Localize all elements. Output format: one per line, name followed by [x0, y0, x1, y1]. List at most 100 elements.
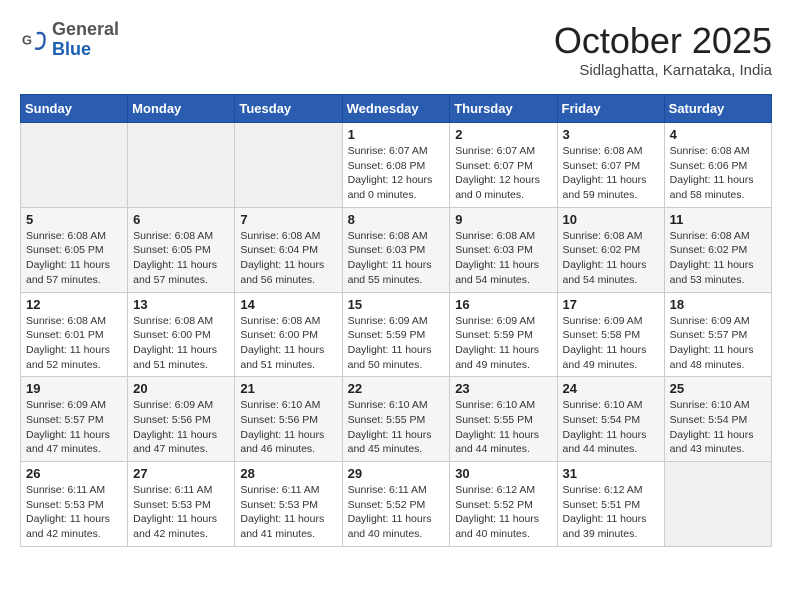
day-number: 30 — [455, 466, 551, 481]
calendar-cell: 12 Sunrise: 6:08 AMSunset: 6:01 PMDaylig… — [21, 292, 128, 377]
calendar-cell: 1 Sunrise: 6:07 AMSunset: 6:08 PMDayligh… — [342, 123, 450, 208]
day-info: Sunrise: 6:10 AMSunset: 5:54 PMDaylight:… — [670, 398, 766, 457]
day-number: 11 — [670, 212, 766, 227]
day-info: Sunrise: 6:09 AMSunset: 5:56 PMDaylight:… — [133, 398, 229, 457]
day-number: 1 — [348, 127, 445, 142]
day-number: 9 — [455, 212, 551, 227]
day-number: 18 — [670, 297, 766, 312]
weekday-header: Wednesday — [342, 95, 450, 123]
day-info: Sunrise: 6:08 AMSunset: 6:04 PMDaylight:… — [240, 229, 336, 288]
day-info: Sunrise: 6:08 AMSunset: 6:00 PMDaylight:… — [240, 314, 336, 373]
calendar-cell: 21 Sunrise: 6:10 AMSunset: 5:56 PMDaylig… — [235, 377, 342, 462]
calendar-cell: 31 Sunrise: 6:12 AMSunset: 5:51 PMDaylig… — [557, 462, 664, 547]
day-number: 17 — [563, 297, 659, 312]
weekday-header: Friday — [557, 95, 664, 123]
calendar-cell: 25 Sunrise: 6:10 AMSunset: 5:54 PMDaylig… — [664, 377, 771, 462]
day-info: Sunrise: 6:09 AMSunset: 5:59 PMDaylight:… — [455, 314, 551, 373]
calendar-cell: 30 Sunrise: 6:12 AMSunset: 5:52 PMDaylig… — [450, 462, 557, 547]
day-info: Sunrise: 6:08 AMSunset: 6:05 PMDaylight:… — [26, 229, 122, 288]
calendar-cell — [128, 123, 235, 208]
calendar-cell: 4 Sunrise: 6:08 AMSunset: 6:06 PMDayligh… — [664, 123, 771, 208]
day-info: Sunrise: 6:11 AMSunset: 5:53 PMDaylight:… — [26, 483, 122, 542]
day-number: 26 — [26, 466, 122, 481]
logo: G General Blue — [20, 20, 119, 60]
calendar-week-row: 1 Sunrise: 6:07 AMSunset: 6:08 PMDayligh… — [21, 123, 772, 208]
logo-text: General Blue — [52, 20, 119, 60]
calendar-cell: 20 Sunrise: 6:09 AMSunset: 5:56 PMDaylig… — [128, 377, 235, 462]
calendar-cell: 19 Sunrise: 6:09 AMSunset: 5:57 PMDaylig… — [21, 377, 128, 462]
weekday-header: Sunday — [21, 95, 128, 123]
day-number: 31 — [563, 466, 659, 481]
day-number: 13 — [133, 297, 229, 312]
day-info: Sunrise: 6:08 AMSunset: 6:05 PMDaylight:… — [133, 229, 229, 288]
location: Sidlaghatta, Karnataka, India — [554, 62, 772, 79]
day-number: 3 — [563, 127, 659, 142]
weekday-header: Tuesday — [235, 95, 342, 123]
calendar-cell: 18 Sunrise: 6:09 AMSunset: 5:57 PMDaylig… — [664, 292, 771, 377]
day-info: Sunrise: 6:09 AMSunset: 5:57 PMDaylight:… — [26, 398, 122, 457]
day-number: 2 — [455, 127, 551, 142]
day-info: Sunrise: 6:11 AMSunset: 5:53 PMDaylight:… — [240, 483, 336, 542]
calendar-cell: 17 Sunrise: 6:09 AMSunset: 5:58 PMDaylig… — [557, 292, 664, 377]
calendar-cell — [664, 462, 771, 547]
calendar-cell: 23 Sunrise: 6:10 AMSunset: 5:55 PMDaylig… — [450, 377, 557, 462]
calendar-cell: 9 Sunrise: 6:08 AMSunset: 6:03 PMDayligh… — [450, 207, 557, 292]
calendar-cell: 29 Sunrise: 6:11 AMSunset: 5:52 PMDaylig… — [342, 462, 450, 547]
calendar-week-row: 19 Sunrise: 6:09 AMSunset: 5:57 PMDaylig… — [21, 377, 772, 462]
day-number: 14 — [240, 297, 336, 312]
day-number: 4 — [670, 127, 766, 142]
day-number: 7 — [240, 212, 336, 227]
day-info: Sunrise: 6:11 AMSunset: 5:52 PMDaylight:… — [348, 483, 445, 542]
day-info: Sunrise: 6:08 AMSunset: 6:03 PMDaylight:… — [348, 229, 445, 288]
day-info: Sunrise: 6:07 AMSunset: 6:07 PMDaylight:… — [455, 144, 551, 203]
calendar-cell: 10 Sunrise: 6:08 AMSunset: 6:02 PMDaylig… — [557, 207, 664, 292]
day-number: 15 — [348, 297, 445, 312]
calendar-cell — [235, 123, 342, 208]
day-info: Sunrise: 6:11 AMSunset: 5:53 PMDaylight:… — [133, 483, 229, 542]
calendar-cell: 13 Sunrise: 6:08 AMSunset: 6:00 PMDaylig… — [128, 292, 235, 377]
calendar-cell: 8 Sunrise: 6:08 AMSunset: 6:03 PMDayligh… — [342, 207, 450, 292]
calendar-cell: 5 Sunrise: 6:08 AMSunset: 6:05 PMDayligh… — [21, 207, 128, 292]
calendar-cell: 6 Sunrise: 6:08 AMSunset: 6:05 PMDayligh… — [128, 207, 235, 292]
calendar-cell: 3 Sunrise: 6:08 AMSunset: 6:07 PMDayligh… — [557, 123, 664, 208]
day-info: Sunrise: 6:10 AMSunset: 5:56 PMDaylight:… — [240, 398, 336, 457]
day-info: Sunrise: 6:08 AMSunset: 6:00 PMDaylight:… — [133, 314, 229, 373]
weekday-header: Saturday — [664, 95, 771, 123]
calendar-table: SundayMondayTuesdayWednesdayThursdayFrid… — [20, 94, 772, 547]
calendar-cell: 11 Sunrise: 6:08 AMSunset: 6:02 PMDaylig… — [664, 207, 771, 292]
weekday-header: Thursday — [450, 95, 557, 123]
day-number: 10 — [563, 212, 659, 227]
day-number: 8 — [348, 212, 445, 227]
day-info: Sunrise: 6:09 AMSunset: 5:58 PMDaylight:… — [563, 314, 659, 373]
day-info: Sunrise: 6:12 AMSunset: 5:51 PMDaylight:… — [563, 483, 659, 542]
day-info: Sunrise: 6:10 AMSunset: 5:55 PMDaylight:… — [348, 398, 445, 457]
calendar-cell: 7 Sunrise: 6:08 AMSunset: 6:04 PMDayligh… — [235, 207, 342, 292]
day-number: 20 — [133, 381, 229, 396]
calendar-cell: 22 Sunrise: 6:10 AMSunset: 5:55 PMDaylig… — [342, 377, 450, 462]
weekday-header-row: SundayMondayTuesdayWednesdayThursdayFrid… — [21, 95, 772, 123]
day-number: 16 — [455, 297, 551, 312]
day-info: Sunrise: 6:07 AMSunset: 6:08 PMDaylight:… — [348, 144, 445, 203]
day-number: 28 — [240, 466, 336, 481]
weekday-header: Monday — [128, 95, 235, 123]
day-number: 5 — [26, 212, 122, 227]
day-number: 12 — [26, 297, 122, 312]
day-number: 25 — [670, 381, 766, 396]
day-info: Sunrise: 6:12 AMSunset: 5:52 PMDaylight:… — [455, 483, 551, 542]
calendar-cell: 27 Sunrise: 6:11 AMSunset: 5:53 PMDaylig… — [128, 462, 235, 547]
day-info: Sunrise: 6:08 AMSunset: 6:06 PMDaylight:… — [670, 144, 766, 203]
day-number: 19 — [26, 381, 122, 396]
calendar-week-row: 26 Sunrise: 6:11 AMSunset: 5:53 PMDaylig… — [21, 462, 772, 547]
day-number: 22 — [348, 381, 445, 396]
calendar-week-row: 12 Sunrise: 6:08 AMSunset: 6:01 PMDaylig… — [21, 292, 772, 377]
day-info: Sunrise: 6:09 AMSunset: 5:57 PMDaylight:… — [670, 314, 766, 373]
day-number: 23 — [455, 381, 551, 396]
calendar-cell: 26 Sunrise: 6:11 AMSunset: 5:53 PMDaylig… — [21, 462, 128, 547]
day-info: Sunrise: 6:08 AMSunset: 6:07 PMDaylight:… — [563, 144, 659, 203]
calendar-cell: 28 Sunrise: 6:11 AMSunset: 5:53 PMDaylig… — [235, 462, 342, 547]
day-info: Sunrise: 6:08 AMSunset: 6:02 PMDaylight:… — [563, 229, 659, 288]
day-number: 6 — [133, 212, 229, 227]
day-info: Sunrise: 6:08 AMSunset: 6:03 PMDaylight:… — [455, 229, 551, 288]
logo-icon: G — [20, 26, 48, 54]
calendar-cell: 15 Sunrise: 6:09 AMSunset: 5:59 PMDaylig… — [342, 292, 450, 377]
